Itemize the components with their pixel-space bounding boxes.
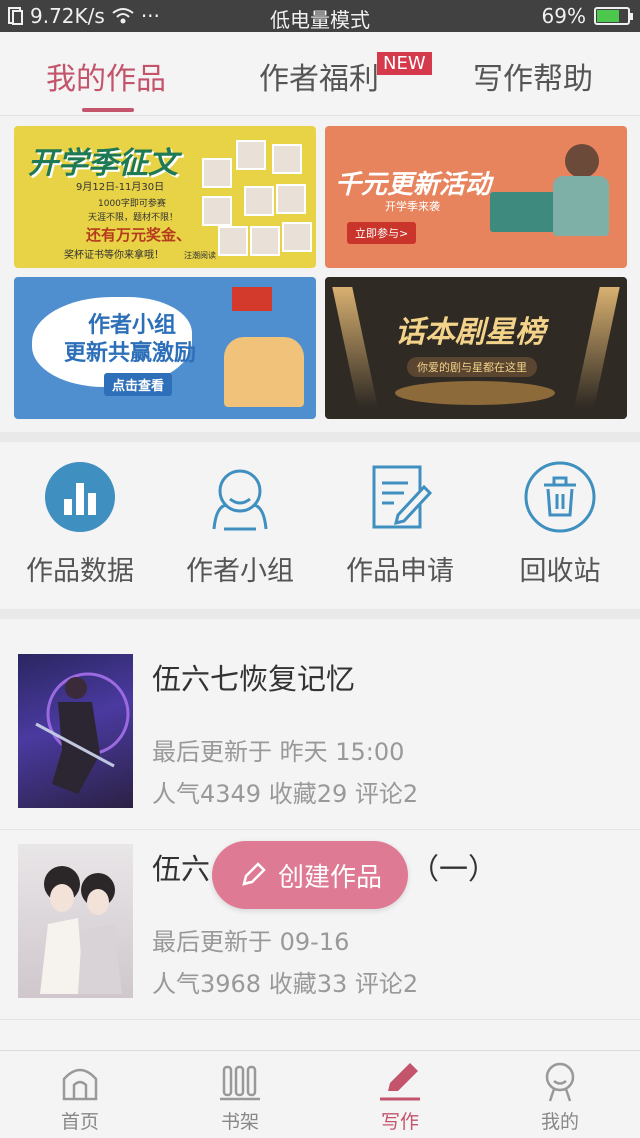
stage-illustration — [395, 381, 555, 405]
create-work-button[interactable]: 创建作品 — [212, 841, 408, 909]
quick-actions: 作品数据 作者小组 作品申请 回收站 — [0, 443, 640, 608]
kids-illustration — [224, 337, 304, 407]
books-illustration — [490, 192, 560, 232]
photo-thumbnail — [202, 196, 232, 226]
works-list: 伍六七恢复记忆 最后更新于 昨天 15:00 人气4349 收藏29 评论2 伍… — [0, 620, 640, 1050]
nav-bookshelf[interactable]: 书架 — [190, 1059, 290, 1134]
banner-title: 千元更新活动 — [335, 170, 492, 200]
banner-grid: 开学季征文 9月12日-11月30日 1000字即可参赛 天涯不限，题材不限！ … — [0, 117, 640, 430]
section-divider — [0, 609, 640, 619]
active-tab-indicator — [82, 108, 134, 112]
work-cover — [18, 654, 133, 808]
create-work-label: 创建作品 — [277, 862, 382, 893]
bar-chart-icon — [44, 461, 116, 533]
photo-thumbnail — [202, 158, 232, 188]
pencil-icon — [242, 862, 266, 886]
section-divider — [0, 432, 640, 442]
tab-my-works[interactable]: 我的作品 — [46, 54, 166, 98]
author-group-button[interactable]: 作者小组 — [165, 461, 315, 588]
top-tabs: 我的作品 作者福利 NEW 写作帮助 — [0, 32, 640, 116]
nav-label: 首页 — [60, 1111, 99, 1133]
battery-icon — [594, 7, 633, 25]
nav-mine[interactable]: 我的 — [510, 1059, 610, 1134]
nav-label: 我的 — [540, 1111, 579, 1133]
banner-title: 开学季征文 — [28, 146, 178, 181]
battery-percent: 69% — [541, 4, 586, 28]
tab-writing-help[interactable]: 写作帮助 — [473, 54, 593, 98]
banner-brand: 汪潮阅读 — [184, 251, 216, 260]
bottom-navigation: 首页 书架 写作 我的 — [0, 1050, 640, 1138]
work-item[interactable]: 伍六七恢复记忆 最后更新于 昨天 15:00 人气4349 收藏29 评论2 — [0, 640, 640, 830]
work-data-button[interactable]: 作品数据 — [5, 461, 155, 588]
spotlight — [574, 287, 620, 407]
photo-thumbnail — [272, 144, 302, 174]
work-apply-button[interactable]: 作品申请 — [325, 461, 475, 588]
person-illustration — [565, 144, 599, 178]
banner-author-group[interactable]: 作者小组 更新共赢激励 点击查看 — [14, 277, 316, 419]
nav-label: 写作 — [380, 1111, 419, 1133]
banner-subtitle: 你爱的剧与星都在这里 — [407, 357, 537, 377]
work-title-suffix: （一） — [410, 852, 498, 886]
banner-line: 奖杯证书等你来拿哦！ — [64, 250, 164, 261]
work-stats: 人气3968 收藏33 评论2 — [152, 970, 419, 998]
photo-thumbnail — [282, 222, 312, 252]
work-stats: 人气4349 收藏29 评论2 — [152, 780, 419, 808]
recycle-bin-button[interactable]: 回收站 — [485, 461, 635, 588]
banner-line: 1000字即可参赛 — [98, 199, 166, 209]
work-cover — [18, 844, 133, 998]
profile-icon — [538, 1059, 582, 1103]
banner-cta-button[interactable]: 立即参与> — [347, 222, 417, 244]
trash-icon — [524, 461, 596, 533]
nav-home[interactable]: 首页 — [30, 1059, 130, 1134]
quick-action-label: 作品申请 — [346, 556, 454, 587]
work-updated: 最后更新于 昨天 15:00 — [152, 738, 405, 766]
photo-thumbnail — [250, 226, 280, 256]
group-icon — [204, 461, 276, 533]
quick-action-label: 作品数据 — [26, 556, 134, 587]
spotlight — [332, 287, 378, 407]
quick-action-label: 回收站 — [519, 556, 601, 587]
photo-thumbnail — [276, 184, 306, 214]
banner-title: 话本剧星榜 — [395, 315, 545, 350]
banner-essay-contest[interactable]: 开学季征文 9月12日-11月30日 1000字即可参赛 天涯不限，题材不限！ … — [14, 126, 316, 268]
person-body-illustration — [553, 176, 609, 236]
banner-subtitle: 开学季来袭 — [385, 200, 440, 213]
banner-line: 还有万元奖金、 — [86, 226, 192, 244]
photo-thumbnail — [218, 226, 248, 256]
nav-label: 书架 — [220, 1111, 259, 1133]
work-title: 伍六七恢复记忆 — [152, 662, 356, 696]
quick-action-label: 作者小组 — [186, 556, 294, 587]
home-icon — [58, 1059, 102, 1103]
pen-icon — [378, 1059, 422, 1103]
banner-dates: 9月12日-11月30日 — [76, 182, 165, 193]
nav-write[interactable]: 写作 — [350, 1059, 450, 1134]
new-badge: NEW — [377, 52, 432, 75]
banner-cta-button[interactable]: 点击查看 — [104, 373, 173, 396]
work-title: 伍六 — [152, 852, 211, 886]
banner-drama-star-chart[interactable]: 话本剧星榜 你爱的剧与星都在这里 — [325, 277, 627, 419]
bookshelf-icon — [218, 1059, 262, 1103]
edit-document-icon — [364, 461, 436, 533]
banner-title: 更新共赢激励 — [64, 341, 197, 366]
photo-thumbnail — [244, 186, 274, 216]
tab-author-benefits[interactable]: 作者福利 — [259, 54, 379, 98]
banner-update-activity[interactable]: 千元更新活动 开学季来袭 立即参与> — [325, 126, 627, 268]
photo-thumbnail — [236, 140, 266, 170]
status-bar: 9.72K/s ··· 低电量模式 69% — [0, 0, 640, 32]
work-updated: 最后更新于 09-16 — [152, 928, 350, 956]
banner-line: 天涯不限，题材不限！ — [88, 213, 179, 223]
flag-illustration — [232, 287, 272, 311]
